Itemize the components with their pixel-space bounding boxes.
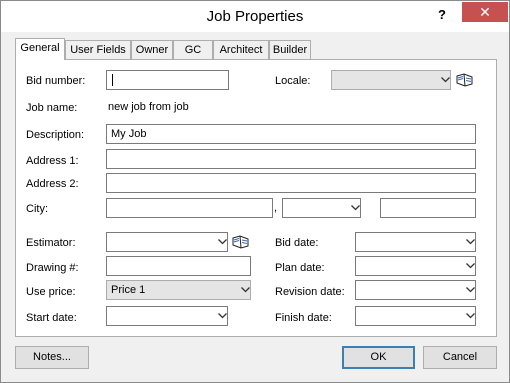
title-bar: Job Properties ? ✕ — [1, 1, 509, 32]
locale-lookup-icon[interactable] — [456, 73, 474, 87]
address2-input[interactable] — [106, 173, 476, 193]
revision-date-label: Revision date: — [275, 286, 345, 298]
notes-button[interactable]: Notes... — [15, 346, 89, 369]
city-input[interactable] — [106, 198, 273, 218]
city-state-separator: , — [274, 202, 278, 214]
text-caret — [112, 74, 113, 86]
city-label: City: — [26, 203, 48, 215]
bid-number-label: Bid number: — [26, 75, 86, 87]
ok-button[interactable]: OK — [342, 346, 415, 369]
revision-date-picker[interactable] — [355, 280, 476, 300]
job-name-value: new job from job — [108, 101, 189, 113]
tab-gc[interactable]: GC — [173, 40, 213, 60]
locale-label: Locale: — [275, 75, 311, 87]
drawing-label: Drawing #: — [26, 262, 79, 274]
drawing-input[interactable] — [106, 256, 251, 276]
use-price-select[interactable]: Price 1 — [106, 280, 251, 300]
zip-input[interactable] — [380, 198, 476, 218]
finish-date-picker[interactable] — [355, 306, 476, 326]
tab-general[interactable]: General — [15, 38, 65, 60]
use-price-label: Use price: — [26, 286, 76, 298]
job-properties-dialog: Job Properties ? ✕ General User Fields O… — [0, 0, 510, 383]
general-tab-panel: Bid number: Locale: Job name: new job fr… — [15, 59, 497, 337]
address2-label: Address 2: — [26, 178, 79, 190]
dialog-body: General User Fields Owner GC Architect B… — [1, 32, 509, 382]
start-date-picker[interactable] — [106, 306, 228, 326]
address1-label: Address 1: — [26, 155, 79, 167]
help-button[interactable]: ? — [429, 5, 455, 25]
bid-date-picker[interactable] — [355, 232, 476, 252]
bid-date-label: Bid date: — [275, 237, 319, 249]
locale-select[interactable] — [331, 70, 451, 90]
use-price-value: Price 1 — [111, 284, 146, 296]
tab-architect[interactable]: Architect — [213, 40, 269, 60]
description-input[interactable]: My Job — [106, 124, 476, 144]
tab-owner[interactable]: Owner — [131, 40, 173, 60]
state-select[interactable] — [282, 198, 361, 218]
bid-number-input[interactable] — [106, 70, 229, 90]
plan-date-picker[interactable] — [355, 256, 476, 276]
estimator-select[interactable] — [106, 232, 228, 252]
finish-date-label: Finish date: — [275, 312, 332, 324]
estimator-lookup-icon[interactable] — [232, 235, 250, 249]
start-date-label: Start date: — [26, 312, 77, 324]
estimator-label: Estimator: — [26, 237, 76, 249]
cancel-button[interactable]: Cancel — [423, 346, 497, 369]
tab-user-fields[interactable]: User Fields — [65, 40, 131, 60]
close-button[interactable]: ✕ — [462, 2, 508, 22]
tab-builder[interactable]: Builder — [269, 40, 311, 60]
description-label: Description: — [26, 129, 85, 141]
plan-date-label: Plan date: — [275, 262, 325, 274]
address1-input[interactable] — [106, 149, 476, 169]
job-name-label: Job name: — [26, 102, 78, 114]
